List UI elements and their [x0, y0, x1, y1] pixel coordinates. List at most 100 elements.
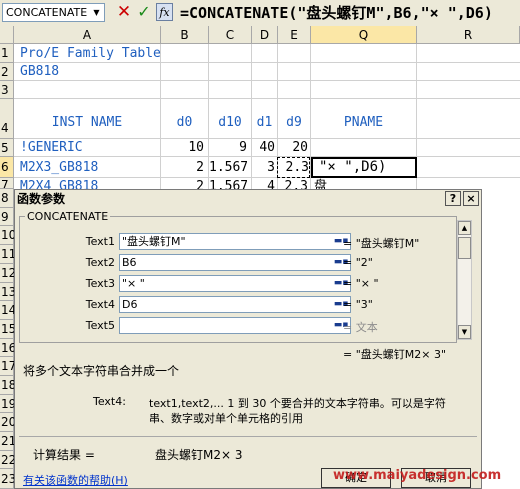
column-header-a[interactable]: A	[14, 26, 161, 44]
row-header-14[interactable]: 14	[0, 301, 16, 320]
arg-value-text4: D6	[122, 298, 138, 311]
scroll-down-icon[interactable]: ▼	[458, 325, 471, 339]
calc-result-value: 盘头螺钉M2× 3	[155, 448, 243, 462]
cell-a4[interactable]: INST NAME	[14, 114, 160, 132]
name-box-value: CONCATENATE	[6, 6, 88, 19]
cell-b6[interactable]: 2	[161, 158, 204, 177]
arg-result-text1: = "盘头螺钉M"	[343, 237, 420, 250]
row-header-8[interactable]: 8	[0, 189, 14, 208]
arg-input-text3[interactable]: "× " ▬▪	[119, 275, 351, 292]
cell-c6[interactable]: 1.567	[209, 158, 247, 177]
arg-result-text3: = "× "	[343, 277, 379, 290]
cell-d6[interactable]: 3	[252, 158, 275, 177]
cell-b5[interactable]: 10	[161, 139, 204, 157]
row-header-1[interactable]: 1	[0, 44, 14, 63]
row-header-19[interactable]: 19	[0, 395, 16, 413]
row-header-23[interactable]: 23	[0, 469, 16, 489]
arg-input-text2[interactable]: B6 ▬▪	[119, 254, 351, 271]
column-header-q[interactable]: Q	[311, 26, 417, 44]
copy-marquee	[277, 157, 310, 178]
arg-help-line1: text1,text2,... 1 到 30 个要合并的文本字符串。可以是字符	[149, 397, 446, 410]
row-header-6[interactable]: 6	[0, 157, 14, 178]
cell-e5[interactable]: 20	[278, 139, 308, 157]
arg-input-text5[interactable]: ▬▪	[119, 317, 351, 334]
cross-icon[interactable]: ✕	[116, 2, 132, 22]
cell-d7[interactable]: 4	[252, 178, 275, 189]
divider	[19, 436, 477, 437]
scroll-up-icon[interactable]: ▲	[458, 221, 471, 235]
arg-result-text4: = "3"	[343, 298, 373, 311]
formula-input[interactable]: =CONCATENATE("盘头螺钉M",B6,"× ",D6)	[180, 3, 520, 23]
cell-b4[interactable]: d0	[161, 114, 208, 132]
cell-c4[interactable]: d10	[209, 114, 251, 132]
row-header-4[interactable]: 4	[0, 99, 14, 139]
arg-label-text4: Text4	[85, 298, 115, 311]
row-header-9[interactable]: 9	[0, 208, 14, 226]
row-header-11[interactable]: 11	[0, 245, 16, 264]
column-header-r[interactable]: R	[417, 26, 520, 44]
arg-label-text1: Text1	[85, 235, 115, 248]
help-question-icon[interactable]: ?	[445, 191, 461, 206]
cell-a7[interactable]: M2X4_GB818	[20, 178, 98, 189]
active-cell-q6[interactable]: "× ",D6)	[311, 157, 417, 178]
formula-bar: CONCATENATE ▼ ✕ ✓ fx =CONCATENATE("盘头螺钉M…	[0, 0, 520, 27]
row-header-13[interactable]: 13	[0, 283, 16, 301]
row-header-12[interactable]: 12	[0, 264, 16, 283]
cell-a6[interactable]: M2X3_GB818	[20, 158, 98, 177]
row-header-21[interactable]: 21	[0, 432, 16, 451]
cell-c7[interactable]: 1.567	[209, 178, 247, 189]
row-7-clip: M2X4_GB818 2 1.567 4 2.3 盘	[14, 178, 520, 189]
help-link[interactable]: 有关该函数的帮助(H)	[23, 472, 128, 488]
row-header-16[interactable]: 16	[0, 339, 16, 357]
arg-help-label: Text4:	[93, 395, 126, 408]
arguments-scrollbar[interactable]: ▲ ▼	[457, 220, 472, 340]
cell-q4[interactable]: PNAME	[311, 114, 416, 132]
calc-result-label: 计算结果 =	[33, 448, 95, 462]
function-description: 将多个文本字符串合并成一个	[23, 364, 180, 378]
chevron-down-icon[interactable]: ▼	[90, 5, 103, 20]
name-box[interactable]: CONCATENATE ▼	[2, 3, 105, 22]
cell-e4[interactable]: d9	[278, 114, 310, 132]
row-header-3[interactable]: 3	[0, 81, 14, 99]
row-header-7[interactable]: 7	[0, 178, 14, 189]
column-header-b[interactable]: B	[161, 26, 209, 44]
row-header-10[interactable]: 10	[0, 226, 16, 245]
cell-a2[interactable]: GB818	[20, 63, 59, 81]
check-icon[interactable]: ✓	[136, 2, 152, 22]
cell-c5[interactable]: 9	[209, 139, 247, 157]
cell-a5[interactable]: !GENERIC	[20, 139, 83, 157]
arg-value-text2: B6	[122, 256, 137, 269]
cell-d4[interactable]: d1	[252, 114, 277, 132]
select-all-corner[interactable]	[0, 26, 14, 44]
arg-label-text3: Text3	[85, 277, 115, 290]
arg-input-text1[interactable]: "盘头螺钉M" ▬▪	[119, 233, 351, 250]
arg-label-text2: Text2	[85, 256, 115, 269]
cell-e7[interactable]: 2.3	[278, 178, 308, 189]
row-header-2[interactable]: 2	[0, 63, 14, 81]
gridline	[14, 80, 520, 81]
scroll-thumb[interactable]	[458, 237, 471, 259]
row-header-15[interactable]: 15	[0, 320, 16, 339]
cell-d5[interactable]: 40	[252, 139, 275, 157]
column-header-e[interactable]: E	[278, 26, 311, 44]
column-header-d[interactable]: D	[252, 26, 278, 44]
cell-b7[interactable]: 2	[161, 178, 204, 189]
fx-icon[interactable]: fx	[156, 3, 173, 21]
close-icon[interactable]: ×	[463, 191, 479, 206]
cell-a1[interactable]: Pro/E Family Table	[20, 45, 161, 63]
dialog-title[interactable]: 函数参数	[15, 190, 481, 208]
row-header-5[interactable]: 5	[0, 139, 14, 157]
cell-q7[interactable]: 盘	[314, 178, 327, 189]
gridline	[14, 98, 520, 99]
column-header-c[interactable]: C	[209, 26, 252, 44]
row-header-22[interactable]: 22	[0, 451, 16, 469]
arg-label-text5: Text5	[85, 319, 115, 332]
arg-value-text3: "× "	[122, 277, 145, 290]
row-header-20[interactable]: 20	[0, 413, 16, 432]
row-header-18[interactable]: 18	[0, 376, 16, 395]
row-header-17[interactable]: 17	[0, 357, 16, 376]
arg-input-text4[interactable]: D6 ▬▪	[119, 296, 351, 313]
arg-help-line2: 串、数字或对单个单元格的引用	[149, 412, 303, 425]
overall-result: = "盘头螺钉M2× 3"	[343, 348, 447, 361]
watermark: www.maiyadesign.com	[333, 468, 502, 483]
